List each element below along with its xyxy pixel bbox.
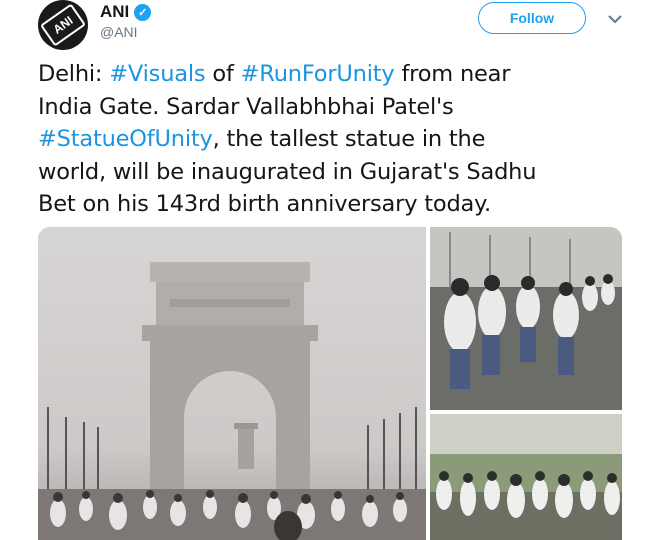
ani-logo: ANI	[39, 3, 87, 47]
runners-closeup-photo[interactable]	[430, 227, 622, 410]
tweet-text-line: Bet on his 143rd birth anniversary today…	[38, 188, 630, 221]
tweet-text-line: Delhi: #Visuals of #RunForUnity from nea…	[38, 58, 630, 91]
tweet-text-line: world, will be inaugurated in Gujarat's …	[38, 156, 630, 189]
hashtag-link[interactable]: #RunForUnity	[241, 61, 395, 87]
tweet-text-segment: from near	[394, 61, 511, 87]
follow-button[interactable]: Follow	[478, 2, 586, 34]
tweet-text-segment: , the tallest statue in the	[212, 126, 486, 152]
india-gate-photo[interactable]	[38, 227, 426, 540]
tweet-text-line: India Gate. Sardar Vallabhbhai Patel's	[38, 91, 630, 124]
tweet-text-segment: Bet on his 143rd birth anniversary today…	[38, 191, 491, 217]
verified-badge-icon: ✓	[134, 3, 152, 21]
chevron-down-icon[interactable]	[604, 9, 626, 29]
author-name[interactable]: ANI ✓	[100, 2, 152, 22]
tweet-text-segment: world, will be inaugurated in Gujarat's …	[38, 158, 537, 185]
tweet-text-line: #StatueOfUnity, the tallest statue in th…	[38, 123, 630, 156]
avatar[interactable]: ANI	[38, 0, 88, 50]
author-handle[interactable]: @ANI	[100, 24, 138, 40]
runners-crowd-photo[interactable]	[430, 414, 622, 540]
tweet-media	[38, 227, 622, 540]
author-name-text: ANI	[100, 2, 130, 21]
tweet-text-segment: Delhi:	[38, 61, 110, 87]
hashtag-link[interactable]: #Visuals	[109, 61, 205, 87]
tweet-text-segment: India Gate. Sardar Vallabhbhai Patel's	[38, 93, 454, 120]
hashtag-link[interactable]: #StatueOfUnity	[38, 126, 213, 152]
tweet-text: Delhi: #Visuals of #RunForUnity from nea…	[38, 58, 630, 221]
tweet-text-segment: of	[205, 61, 241, 87]
